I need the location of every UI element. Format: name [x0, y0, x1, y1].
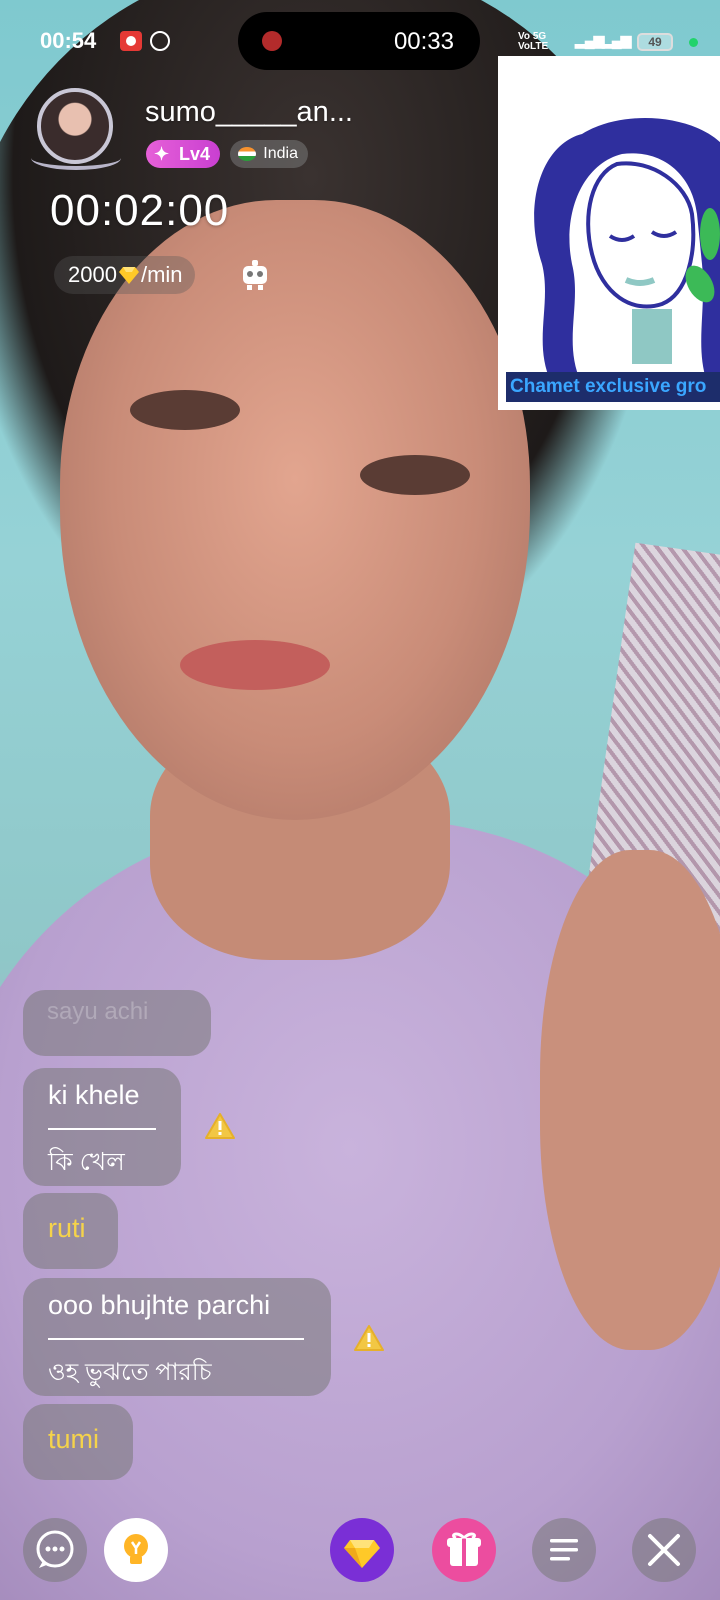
robot-icon[interactable] — [238, 258, 272, 292]
diamond-icon — [344, 1540, 380, 1568]
host-avatar[interactable] — [31, 88, 121, 170]
video-arm-shape — [540, 850, 720, 1350]
cast-icon — [150, 31, 170, 51]
woman-logo-illustration — [534, 118, 720, 394]
chat-message: tumi — [23, 1404, 133, 1480]
call-duration: 00:33 — [393, 28, 454, 55]
battery-icon: 49 — [637, 33, 673, 51]
chat-message-text: tumi — [48, 1424, 100, 1454]
menu-button[interactable] — [532, 1518, 596, 1582]
ad-caption[interactable]: Chamet exclusive gro — [506, 372, 720, 402]
rate-unit: /min — [140, 262, 183, 287]
recording-dot-icon — [262, 31, 282, 51]
level-label: Lv4 — [178, 144, 210, 164]
gift-button[interactable] — [432, 1518, 496, 1582]
close-icon — [648, 1534, 680, 1566]
sparkle-icon: ✦ — [154, 144, 170, 164]
call-timer: 00:02:00 — [50, 186, 230, 235]
chat-message-translation: কি খেল — [48, 1148, 125, 1176]
warning-icon[interactable] — [353, 1324, 385, 1352]
translation-divider — [48, 1338, 304, 1340]
chat-message-text: ooo bhujhte parchi — [48, 1290, 271, 1320]
status-time: 00:54 — [40, 28, 97, 53]
chat-bubble-icon — [36, 1530, 74, 1568]
video-eye-shape — [360, 455, 470, 495]
level-badge: ✦ Lv4 — [146, 140, 220, 168]
call-recording-pill[interactable]: 00:33 — [238, 12, 480, 70]
warning-icon[interactable] — [204, 1112, 236, 1140]
chat-message: ki khele কি খেল — [23, 1068, 181, 1186]
video-call-screen: 00:54 Vo 5G VoLTE ▂▄▆ ▂▄▆ 49 00:33 sumo__… — [0, 0, 720, 1600]
privacy-indicator-dot — [689, 38, 698, 47]
india-flag-icon — [238, 147, 256, 161]
signal-icon: ▂▄▆ — [575, 32, 604, 48]
network-label: Vo 5G VoLTE — [518, 31, 549, 52]
video-mouth-shape — [180, 640, 330, 690]
chat-message-text: sayu achi — [47, 998, 149, 1025]
chat-message-text: ki khele — [48, 1080, 140, 1110]
signal-icon: ▂▄▆ — [602, 32, 631, 48]
video-eye-shape — [130, 390, 240, 430]
chat-message-text: ruti — [48, 1213, 86, 1243]
diamond-icon — [118, 267, 139, 284]
rate-value: 2000 — [68, 262, 117, 287]
chat-message: ooo bhujhte parchi ওহ ভুঝতে পারচি — [23, 1278, 331, 1396]
lightbulb-icon — [124, 1534, 148, 1564]
menu-icon — [550, 1539, 578, 1561]
gift-icon — [447, 1532, 481, 1566]
recharge-button[interactable] — [330, 1518, 394, 1582]
ad-card[interactable] — [498, 56, 720, 410]
chat-button[interactable] — [23, 1518, 87, 1582]
end-call-button[interactable] — [632, 1518, 696, 1582]
translation-divider — [48, 1128, 156, 1130]
host-name[interactable]: sumo_____an... — [145, 96, 353, 129]
chat-message: sayu achi — [23, 990, 211, 1056]
tips-button[interactable] — [104, 1518, 168, 1582]
country-badge: India — [230, 140, 308, 168]
chat-message-translation: ওহ ভুঝতে পারচি — [48, 1359, 212, 1386]
rate-pill: 2000/min — [54, 256, 195, 294]
country-label: India — [263, 145, 298, 162]
chat-message: ruti — [23, 1193, 118, 1269]
screen-record-icon — [120, 31, 142, 51]
